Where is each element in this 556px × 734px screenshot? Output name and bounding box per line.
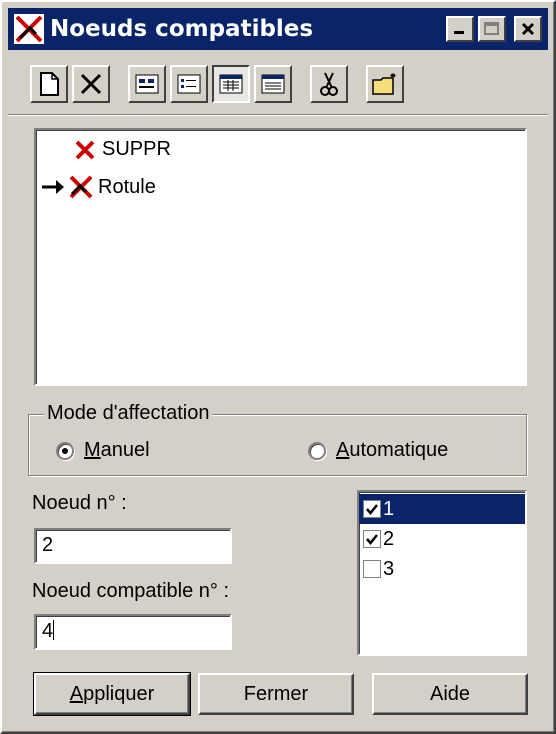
radio-automatic-indicator[interactable]: [308, 441, 326, 460]
close-icon: [521, 22, 535, 36]
view-table-icon: [261, 74, 285, 94]
dialog-window: Noeuds compatibles SUPPR Rotule Mode d'a…: [0, 0, 556, 734]
radio-automatic[interactable]: Automatique: [308, 439, 448, 462]
checkbox[interactable]: [363, 560, 381, 578]
delete-x-icon: [75, 140, 95, 159]
radio-automatic-label: utomatique: [349, 439, 449, 461]
list-item[interactable]: 3: [359, 554, 525, 584]
apply-button[interactable]: Appliquer: [33, 672, 191, 716]
minimize-button[interactable]: [446, 16, 474, 42]
close-button[interactable]: [514, 16, 542, 42]
node-number-label: Noeud n° :: [32, 492, 127, 514]
view-grid-button[interactable]: [212, 65, 250, 103]
title-bar[interactable]: Noeuds compatibles: [8, 8, 548, 50]
tree-item-label: Rotule: [98, 175, 156, 198]
radio-manual-indicator[interactable]: [56, 441, 74, 460]
delete-button[interactable]: [72, 65, 110, 103]
assignment-mode-label: Mode d'affectation: [44, 402, 213, 425]
help-label: Aide: [429, 682, 471, 705]
cut-icon: [320, 72, 338, 96]
close-label: Fermer: [243, 682, 309, 705]
hinge-node-icon: [69, 175, 93, 199]
apply-mnemonic: A: [69, 682, 84, 705]
checkbox[interactable]: [363, 530, 381, 548]
toolbar-divider: [8, 114, 548, 116]
app-icon[interactable]: [12, 12, 46, 46]
new-button[interactable]: [30, 65, 68, 103]
open-folder-button[interactable]: [366, 65, 404, 103]
check-icon: [366, 504, 378, 515]
arrow-right-icon: [42, 180, 64, 194]
node-tree[interactable]: SUPPR Rotule: [34, 128, 527, 386]
list-item-label: 1: [383, 497, 395, 520]
view-table-button[interactable]: [254, 65, 292, 103]
check-icon: [366, 534, 378, 545]
node-checklist[interactable]: 1 2 3: [357, 490, 527, 656]
view-details-icon: [135, 74, 159, 94]
help-button[interactable]: Aide: [372, 673, 528, 715]
open-folder-icon: [372, 73, 396, 95]
apply-label: ppliquer: [83, 682, 155, 705]
delete-icon: [80, 73, 102, 95]
toolbar: [30, 62, 408, 106]
tree-item-label: SUPPR: [102, 138, 171, 160]
compatible-node-label: Noeud compatible n° :: [32, 580, 230, 602]
radio-manual-mnemonic: M: [84, 439, 101, 461]
list-item[interactable]: 1: [359, 494, 525, 524]
maximize-button[interactable]: [478, 16, 506, 42]
view-details-button[interactable]: [128, 65, 166, 103]
list-item[interactable]: 2: [359, 524, 525, 554]
node-number-value: 2: [42, 534, 54, 556]
view-list-button[interactable]: [170, 65, 208, 103]
view-grid-icon: [219, 74, 243, 94]
cut-button[interactable]: [310, 65, 348, 103]
compatible-node-field[interactable]: 4: [34, 614, 232, 650]
text-caret: [53, 620, 55, 640]
node-number-field[interactable]: 2: [34, 528, 232, 564]
radio-manual-label: anuel: [100, 439, 150, 461]
radio-manual[interactable]: Manuel: [56, 439, 150, 462]
radio-automatic-mnemonic: A: [336, 439, 350, 461]
view-list-icon: [177, 74, 201, 94]
window-title: Noeuds compatibles: [50, 16, 314, 42]
new-icon: [40, 72, 59, 96]
tree-item[interactable]: SUPPR: [74, 138, 171, 161]
maximize-icon: [484, 22, 499, 35]
checkbox[interactable]: [363, 500, 381, 518]
list-item-label: 2: [383, 527, 395, 550]
list-item-label: 3: [383, 557, 395, 580]
tree-item-current[interactable]: Rotule: [40, 174, 156, 200]
compatible-node-value: 4: [42, 620, 54, 642]
minimize-icon: [454, 31, 464, 34]
close-dialog-button[interactable]: Fermer: [198, 673, 354, 715]
